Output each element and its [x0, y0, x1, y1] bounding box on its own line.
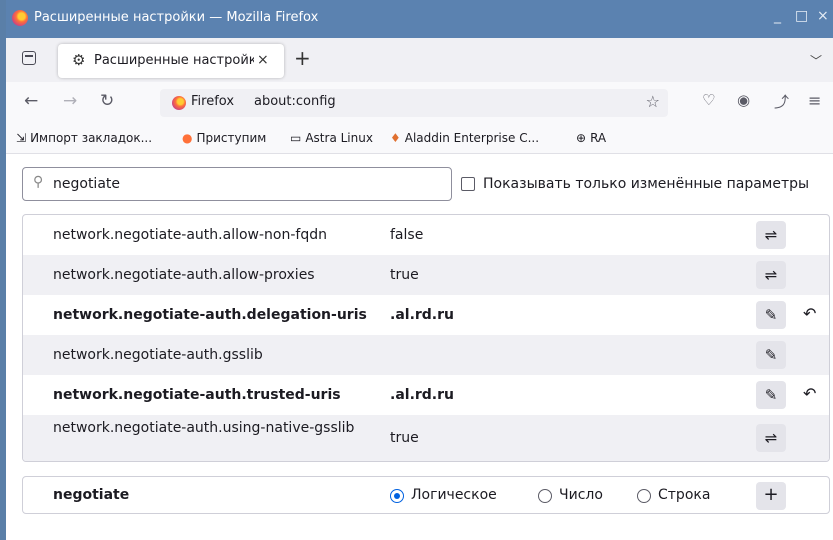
edit-button[interactable]: ✎	[756, 341, 786, 369]
identity-label: Firefox	[191, 94, 235, 109]
reset-button[interactable]: ↶	[803, 384, 816, 403]
pocket-icon[interactable]: ♡	[702, 91, 715, 109]
pref-value: true	[390, 267, 419, 283]
search-icon: ⚲	[33, 174, 44, 190]
radio-number[interactable]	[538, 489, 552, 503]
table-row: network.negotiate-auth.trusted-uris .al.…	[23, 375, 829, 415]
pref-name: network.negotiate-auth.gsslib	[53, 347, 263, 363]
chevron-down-icon[interactable]: ﹀	[810, 52, 822, 69]
show-modified-label[interactable]: Показывать только изменённые параметры	[483, 176, 809, 192]
reload-button[interactable]: ↻	[100, 91, 114, 111]
bookmark-item[interactable]: ▭ Astra Linux	[290, 131, 373, 145]
folder-icon: ▭	[290, 131, 302, 145]
navigation-bar: ← → ↻ Firefox about:config ☆ ♡ ◉ ⤴ ≡	[6, 82, 833, 124]
url-text[interactable]: about:config	[254, 94, 336, 109]
pref-name: network.negotiate-auth.delegation-uris	[53, 307, 367, 323]
aladdin-icon: ♦	[390, 131, 401, 145]
radio-string-label[interactable]: Строка	[658, 487, 710, 503]
edit-button[interactable]: ✎	[756, 381, 786, 409]
radio-number-label[interactable]: Число	[559, 487, 603, 503]
url-bar[interactable]: Firefox about:config ☆	[160, 89, 668, 117]
bookmarks-toolbar: ⇲ Импорт закладок... ● Приступим ▭ Astra Li…	[6, 124, 833, 154]
window-title: Расширенные настройки — Mozilla Firefox	[34, 10, 319, 25]
title-bar: Расширенные настройки — Mozilla Firefox …	[6, 0, 833, 38]
pref-value: .al.rd.ru	[390, 307, 454, 323]
table-row: network.negotiate-auth.delegation-uris .…	[23, 295, 829, 335]
search-value[interactable]: negotiate	[53, 176, 120, 192]
globe-icon: ⊕	[576, 131, 587, 145]
firefox-icon: ●	[182, 131, 193, 145]
minimize-button[interactable]: _	[774, 8, 781, 24]
pref-value: false	[390, 227, 424, 243]
toggle-button[interactable]: ⇌	[756, 424, 786, 452]
add-pref-row: negotiate Логическое Число Строка +	[22, 476, 830, 514]
firefox-identity-icon	[172, 96, 186, 110]
close-window-button[interactable]: ×	[817, 8, 829, 24]
back-button[interactable]: ←	[24, 91, 38, 111]
share-icon[interactable]: ⤴	[774, 91, 789, 112]
search-input[interactable]: ⚲ negotiate	[22, 167, 452, 201]
prefs-table: network.negotiate-auth.allow-non-fqdn fa…	[22, 214, 830, 462]
pref-name: network.negotiate-auth.allow-proxies	[53, 267, 315, 283]
toggle-button[interactable]: ⇌	[756, 261, 786, 289]
table-row: network.negotiate-auth.allow-non-fqdn fa…	[23, 215, 829, 255]
tab-label: Расширенные настройки	[94, 53, 254, 68]
account-icon[interactable]: ◉	[737, 91, 750, 109]
app-menu-button[interactable]: ≡	[808, 91, 821, 110]
show-modified-checkbox[interactable]	[461, 177, 475, 191]
forward-button[interactable]: →	[63, 91, 77, 111]
bookmark-item[interactable]: ♦ Aladdin Enterprise C...	[390, 131, 539, 145]
pref-name: network.negotiate-auth.using-native-gssl…	[53, 420, 355, 436]
close-tab-button[interactable]: ×	[257, 52, 269, 68]
bookmark-item[interactable]: ⊕ RA	[576, 131, 606, 145]
bookmark-item[interactable]: ● Приступим	[182, 131, 266, 145]
tab-about-config[interactable]: ⚙ Расширенные настройки ×	[58, 44, 284, 78]
tab-strip: ⚙ Расширенные настройки × + ﹀	[6, 38, 833, 82]
toggle-button[interactable]: ⇌	[756, 221, 786, 249]
new-pref-name: negotiate	[53, 487, 130, 503]
radio-boolean[interactable]	[390, 489, 404, 503]
import-icon: ⇲	[16, 131, 27, 145]
table-row: network.negotiate-auth.using-native-gssl…	[23, 415, 829, 461]
pref-name: network.negotiate-auth.allow-non-fqdn	[53, 227, 327, 243]
radio-string[interactable]	[637, 489, 651, 503]
table-row: network.negotiate-auth.gsslib ✎	[23, 335, 829, 375]
add-button[interactable]: +	[756, 482, 786, 510]
pref-value: true	[390, 430, 419, 446]
reset-button[interactable]: ↶	[803, 304, 816, 323]
edit-button[interactable]: ✎	[756, 301, 786, 329]
bookmark-item[interactable]: ⇲ Импорт закладок...	[16, 131, 152, 145]
browser-window: Расширенные настройки — Mozilla Firefox …	[6, 0, 833, 540]
list-all-tabs-icon[interactable]	[22, 51, 36, 65]
table-row: network.negotiate-auth.allow-proxies tru…	[23, 255, 829, 295]
pref-name: network.negotiate-auth.trusted-uris	[53, 387, 341, 403]
gear-icon: ⚙	[72, 51, 86, 69]
maximize-button[interactable]: □	[795, 8, 808, 24]
new-tab-button[interactable]: +	[294, 46, 311, 70]
radio-boolean-label[interactable]: Логическое	[411, 487, 497, 503]
pref-value: .al.rd.ru	[390, 387, 454, 403]
firefox-logo-icon	[12, 10, 28, 26]
bookmark-star-icon[interactable]: ☆	[646, 92, 660, 111]
